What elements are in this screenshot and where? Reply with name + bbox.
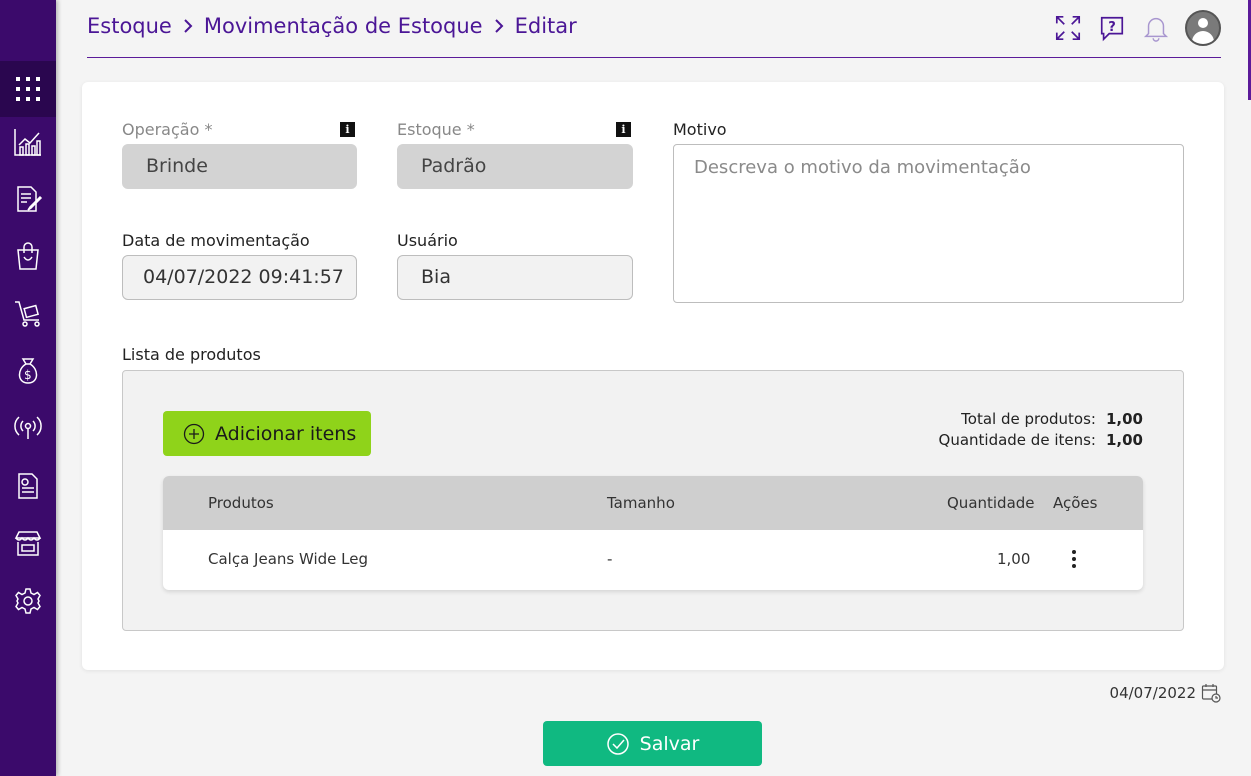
sidebar: $ [0,0,56,776]
more-vertical-icon[interactable] [1068,548,1080,572]
cell-produto: Calça Jeans Wide Leg [208,550,369,568]
sidebar-item-finance[interactable]: $ [0,342,56,398]
form-card: Operação * i Brinde Estoque * i Padrão M… [82,82,1224,670]
operacao-label: Operação * [122,120,213,139]
estoque-label: Estoque * [397,120,475,139]
info-icon[interactable]: i [340,122,355,137]
calendar-clock-icon [1201,684,1221,703]
grid-icon [16,77,40,101]
data-label: Data de movimentação [122,231,310,250]
footer-date: 04/07/2022 [1110,683,1221,703]
data-field[interactable]: 04/07/2022 09:41:57 [122,255,357,300]
user-avatar[interactable] [1185,10,1221,46]
qtd-itens-value: 1,00 [1105,431,1143,449]
products-panel: Adicionar itens Total de produtos: 1,00 … [122,370,1184,631]
cart-icon [15,301,40,327]
save-label: Salvar [639,732,700,755]
help-icon[interactable]: ? [1097,13,1127,43]
svg-text:$: $ [24,368,32,382]
plus-circle-icon [183,423,205,444]
sidebar-item-apps[interactable] [0,61,56,117]
breadcrumb: Estoque Movimentação de Estoque Editar [87,14,577,38]
products-table: Produtos Tamanho Quantidade Ações Calça … [163,476,1143,590]
products-section-label: Lista de produtos [122,345,261,364]
svg-text:?: ? [1108,20,1116,35]
sidebar-item-fiscal[interactable] [0,458,56,514]
column-header-acoes: Ações [1053,494,1098,512]
estoque-field: Padrão [397,144,633,189]
motivo-label: Motivo [673,120,727,139]
sidebar-item-reports[interactable] [0,114,56,170]
receipt-icon [18,473,38,499]
header: Estoque Movimentação de Estoque Editar ? [87,0,1221,58]
gear-icon [15,588,41,614]
shopping-bag-icon [17,242,39,270]
qtd-itens-label: Quantidade de itens: [938,431,1096,449]
operacao-field: Brinde [122,144,357,189]
add-items-button[interactable]: Adicionar itens [163,411,371,456]
column-header-quantidade[interactable]: Quantidade [947,494,1035,512]
total-produtos-value: 1,00 [1105,410,1143,428]
check-circle-icon [606,732,629,755]
breadcrumb-estoque[interactable]: Estoque [87,14,172,38]
footer-date-text: 04/07/2022 [1109,684,1196,702]
sidebar-item-integrations[interactable] [0,399,56,455]
money-bag-icon: $ [18,358,38,384]
save-button[interactable]: Salvar [543,721,762,766]
total-produtos-label: Total de produtos: [961,410,1096,428]
chevron-right-icon [184,19,193,33]
usuario-field: Bia [397,255,633,300]
sidebar-item-settings[interactable] [0,573,56,629]
sidebar-item-products[interactable] [0,228,56,284]
usuario-label: Usuário [397,231,458,250]
cell-tamanho: - [607,550,613,568]
cell-quantidade: 1,00 [997,550,1031,568]
expand-icon[interactable] [1053,13,1083,43]
chevron-right-icon [494,19,504,33]
sidebar-item-documents[interactable] [0,171,56,227]
header-actions: ? [1039,10,1221,46]
sidebar-item-store[interactable] [0,515,56,571]
column-header-tamanho[interactable]: Tamanho [607,494,675,512]
add-items-label: Adicionar itens [215,422,357,445]
sidebar-item-stock[interactable] [0,285,56,341]
totals: Total de produtos: 1,00 Quantidade de it… [939,409,1143,451]
store-icon [14,531,42,556]
breadcrumb-movimentacao[interactable]: Movimentação de Estoque [204,14,483,38]
motivo-textarea[interactable]: Descreva o motivo da movimentação [673,144,1184,303]
bell-icon[interactable] [1141,13,1171,43]
info-icon[interactable]: i [616,122,631,137]
chart-icon [14,129,41,156]
document-edit-icon [17,186,43,212]
breadcrumb-editar: Editar [514,14,577,38]
column-header-produtos[interactable]: Produtos [208,494,274,512]
broadcast-icon [14,416,42,439]
